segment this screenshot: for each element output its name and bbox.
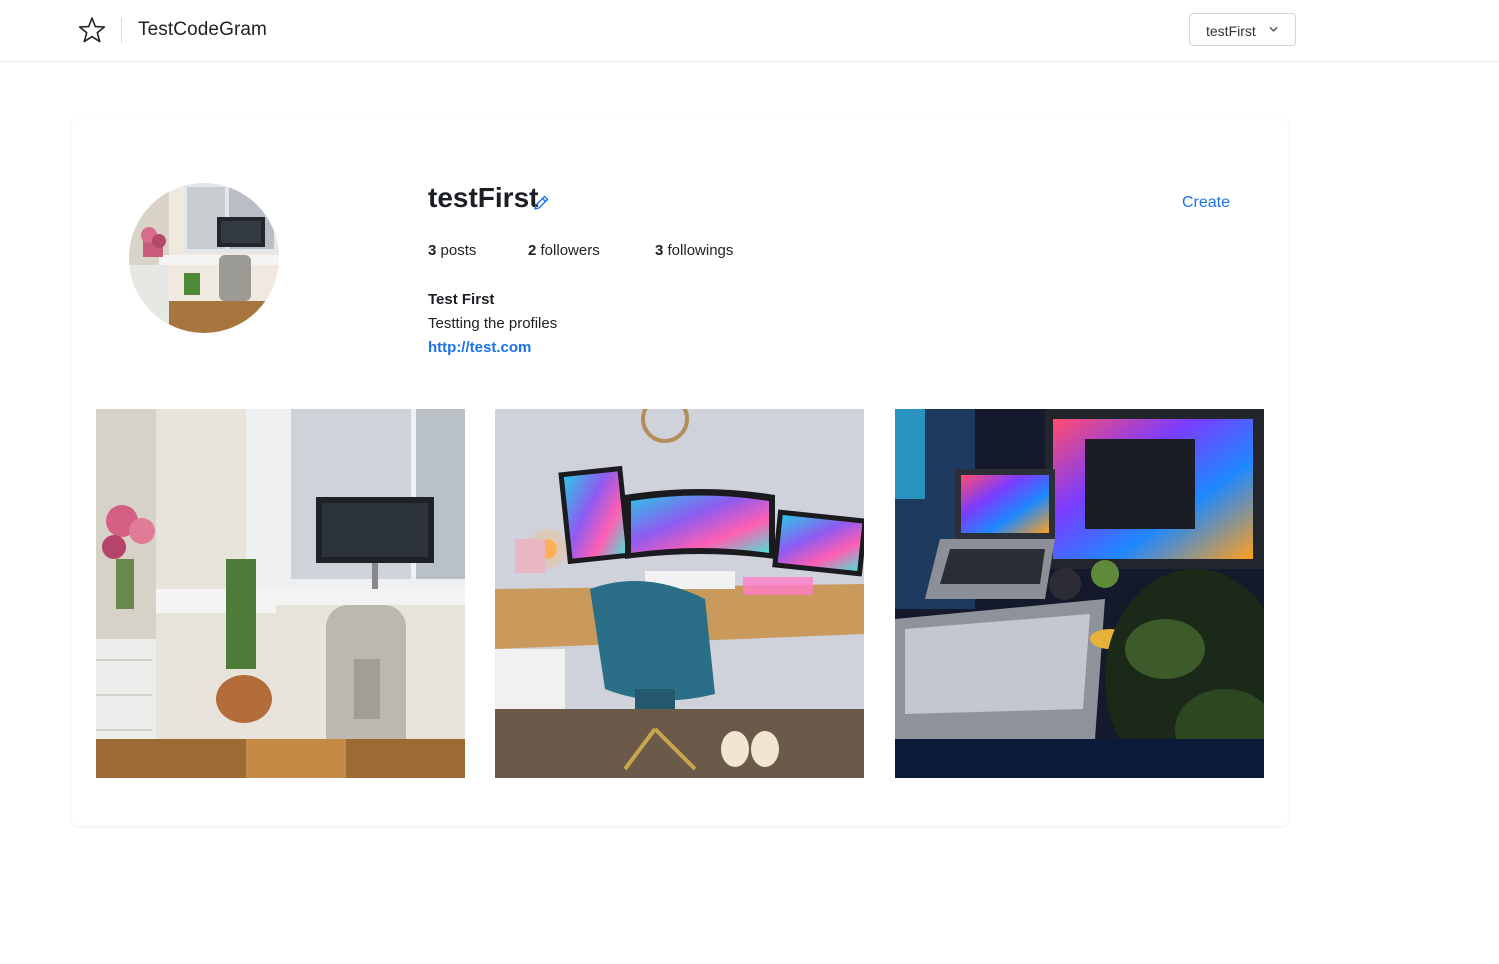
user-menu-dropdown[interactable]: testFirst: [1189, 13, 1296, 46]
profile-full-name: Test First: [428, 291, 495, 308]
profile-username: testFirst: [428, 182, 539, 213]
user-menu-label: testFirst: [1206, 23, 1256, 39]
avatar-image: [129, 183, 279, 333]
post-image-desk-plants: [96, 409, 465, 778]
post-image-desk-night-setup: [895, 409, 1264, 778]
create-post-link[interactable]: Create: [1182, 194, 1230, 212]
brand-title[interactable]: TestCodeGram: [138, 19, 267, 41]
profile-website-link[interactable]: http://test.com: [428, 339, 531, 356]
posts-label: posts: [440, 242, 477, 259]
following-label: followings: [667, 242, 734, 259]
stat-posts: 3 posts: [428, 242, 476, 259]
followers-count: 2: [528, 242, 537, 259]
post-thumbnail[interactable]: [96, 409, 465, 778]
star-icon[interactable]: [78, 16, 106, 44]
following-count: 3: [655, 242, 664, 259]
profile-bio: Testting the profiles: [428, 315, 558, 332]
followers-label: followers: [540, 242, 600, 259]
post-thumbnail[interactable]: [895, 409, 1264, 778]
post-thumbnail[interactable]: [495, 409, 864, 778]
profile-avatar[interactable]: [129, 183, 279, 333]
posts-count: 3: [428, 242, 437, 259]
brand-divider: [121, 18, 122, 43]
stat-followers[interactable]: 2 followers: [528, 242, 600, 259]
post-image-desk-curved-monitor: [495, 409, 864, 778]
profile-card: testFirst Create 3 posts 2 followers 3 f…: [72, 118, 1288, 826]
chevron-down-icon: [1269, 26, 1278, 32]
pencil-icon[interactable]: [532, 194, 550, 212]
top-navbar: TestCodeGram testFirst: [0, 0, 1499, 62]
stat-following[interactable]: 3 followings: [655, 242, 733, 259]
